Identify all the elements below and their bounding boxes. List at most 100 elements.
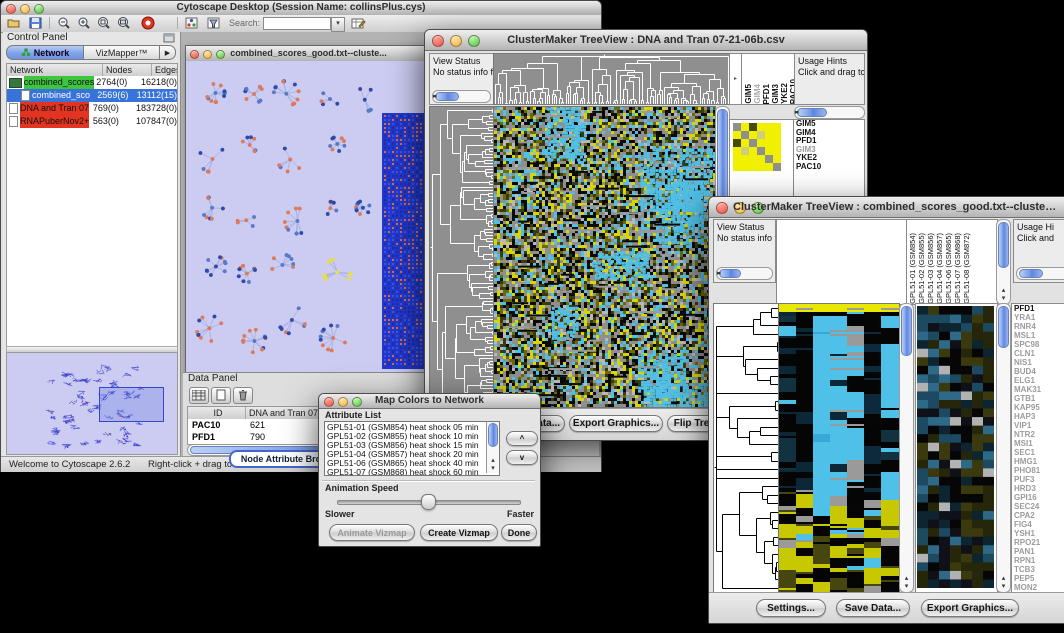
datapanel-doc-icon[interactable] xyxy=(211,387,231,404)
help-lifering-icon[interactable] xyxy=(141,16,156,30)
search-input[interactable] xyxy=(263,17,331,30)
create-vizmap-button[interactable]: Create Vizmap xyxy=(420,524,498,541)
done-button[interactable]: Done xyxy=(501,524,537,541)
table-edit-icon[interactable] xyxy=(351,17,366,30)
tv1-heatmap[interactable] xyxy=(493,106,716,408)
tv2-gene-label[interactable]: YSH1 xyxy=(1012,529,1064,538)
tv2-gene-label[interactable]: MAK31 xyxy=(1012,385,1064,394)
close-button[interactable] xyxy=(432,35,444,47)
tv2-gene-label[interactable]: PFD1 xyxy=(1012,304,1064,313)
tv2-hints-scrollbar[interactable] xyxy=(1016,267,1064,280)
zoom-fit-icon[interactable] xyxy=(117,17,131,30)
move-down-button[interactable]: v xyxy=(506,450,538,465)
attribute-list-scrollbar[interactable]: ▴▾ xyxy=(486,422,499,473)
zoom-out-icon[interactable] xyxy=(57,17,71,30)
tv1-similarity-matrix[interactable] xyxy=(733,123,781,171)
tv2-row-dendrogram[interactable] xyxy=(713,303,779,593)
open-file-icon[interactable] xyxy=(7,17,21,29)
tv2-gene-label[interactable]: SPC98 xyxy=(1012,340,1064,349)
tv2-gene-list[interactable]: PFD1YRA1RNR4MSL1SPC98CLN1NIS1BUD4ELG1MAK… xyxy=(1011,303,1064,593)
close-button[interactable] xyxy=(716,202,728,214)
tv2-gene-label[interactable]: ELG1 xyxy=(1012,376,1064,385)
col-nodes[interactable]: Nodes xyxy=(103,64,152,76)
zoom-in-icon[interactable] xyxy=(77,17,91,30)
treeview2-titlebar[interactable]: ClusterMaker TreeView : combined_scores_… xyxy=(709,197,1064,218)
annotation-icon[interactable] xyxy=(185,17,199,30)
network-view[interactable] xyxy=(186,61,429,372)
tv1-gene-label[interactable]: PAC10 xyxy=(794,163,864,172)
tv2-collabels-scrollbar[interactable]: ▴▾ xyxy=(996,219,1011,305)
tv2-column-dendrogram[interactable] xyxy=(776,219,907,305)
tv2-gene-label[interactable]: HAP3 xyxy=(1012,412,1064,421)
close-button[interactable] xyxy=(324,397,334,407)
tv2-gene-label[interactable]: SEC24 xyxy=(1012,502,1064,511)
tv2-gene-label[interactable]: CLN1 xyxy=(1012,349,1064,358)
tv2-genes-scrollbar[interactable]: ▴▾ xyxy=(996,303,1011,593)
tv2-gene-label[interactable]: FIG4 xyxy=(1012,520,1064,529)
tv1-export-graphics-button[interactable]: Export Graphics... xyxy=(569,415,663,432)
tv2-gene-label[interactable]: RPO21 xyxy=(1012,538,1064,547)
birdseye-view[interactable] xyxy=(6,352,178,455)
tv1-row-dendrogram[interactable] xyxy=(429,106,494,408)
tv2-gene-label[interactable]: NIS1 xyxy=(1012,358,1064,367)
tv2-gene-label[interactable]: KAP95 xyxy=(1012,403,1064,412)
datapanel-table-icon[interactable] xyxy=(189,387,209,404)
zoom-selected-icon[interactable] xyxy=(97,17,111,30)
tv2-gene-label[interactable]: BUD4 xyxy=(1012,367,1064,376)
tv2-gene-label[interactable]: PUF3 xyxy=(1012,475,1064,484)
tv2-gene-label[interactable]: CPA2 xyxy=(1012,511,1064,520)
dialog-titlebar[interactable]: Map Colors to Network xyxy=(319,394,540,409)
tv2-gene-label[interactable]: VIP1 xyxy=(1012,421,1064,430)
tv1-hints-scrollbar[interactable]: ◂▸ xyxy=(794,106,865,119)
tv1-status-scrollbar[interactable]: ◂▸ xyxy=(432,90,491,103)
frame-close-button[interactable] xyxy=(190,50,199,59)
treeview1-titlebar[interactable]: ClusterMaker TreeView : DNA and Tran 07-… xyxy=(425,30,867,51)
network-list-row[interactable]: combined_scores2764(0)16218(0) xyxy=(7,76,177,89)
col-edges[interactable]: Edges xyxy=(152,64,177,76)
tab-vizmapper[interactable]: VizMapper™ xyxy=(84,45,160,60)
search-dropdown-button[interactable]: ▾ xyxy=(331,17,345,32)
tv2-gene-label[interactable]: MON2 xyxy=(1012,583,1064,592)
save-icon[interactable] xyxy=(29,17,42,29)
tv2-gene-label[interactable]: YRA1 xyxy=(1012,313,1064,322)
network-frame-titlebar[interactable]: combined_scores_good.txt--cluste... xyxy=(186,46,431,62)
tv2-gene-label[interactable]: PAN1 xyxy=(1012,547,1064,556)
tv2-gene-label[interactable]: MSL1 xyxy=(1012,331,1064,340)
tv2-heatmap[interactable] xyxy=(778,303,900,593)
move-up-button[interactable]: ^ xyxy=(506,431,538,446)
tv2-gene-label[interactable]: NTR2 xyxy=(1012,430,1064,439)
tv2-gene-label[interactable]: HMG1 xyxy=(1012,457,1064,466)
tv1-column-dendrogram[interactable] xyxy=(493,53,730,105)
main-titlebar[interactable]: Cytoscape Desktop (Session Name: collins… xyxy=(1,1,601,16)
tv2-zoom-heatmap[interactable] xyxy=(917,306,994,588)
tv2-status-scrollbar[interactable]: ◂▸ xyxy=(716,267,773,280)
dp-col-id[interactable]: ID xyxy=(188,407,246,419)
tv2-gene-label[interactable]: GTB1 xyxy=(1012,394,1064,403)
tv2-export-graphics-button[interactable]: Export Graphics... xyxy=(921,599,1019,617)
tab-network[interactable]: Network xyxy=(6,45,84,60)
datapanel-trash-icon[interactable] xyxy=(233,387,253,404)
animate-vizmap-button[interactable]: Animate Vizmap xyxy=(329,524,415,541)
attribute-listbox[interactable]: GPL51-01 (GSM854) heat shock 05 minGPL51… xyxy=(324,421,500,476)
attribute-item[interactable]: GPL51-07 (GSM868) heat shock 60 min xyxy=(325,468,487,476)
network-list-row[interactable]: combined_sco2569(6)13112(15) xyxy=(7,89,177,102)
tv2-heatmap-vscrollbar[interactable]: ▴▾ xyxy=(899,303,914,593)
network-list-row[interactable]: DNA and Tran 07769(0)183728(0) xyxy=(7,102,177,115)
tv2-gene-label[interactable]: RPN1 xyxy=(1012,556,1064,565)
tv2-gene-label[interactable]: GPI16 xyxy=(1012,493,1064,502)
close-button[interactable] xyxy=(6,4,16,14)
col-network[interactable]: Network xyxy=(7,64,103,76)
tv2-gene-label[interactable]: MSI1 xyxy=(1012,439,1064,448)
float-panel-icon[interactable] xyxy=(163,33,175,43)
tv2-save-data-button[interactable]: Save Data... xyxy=(836,599,910,617)
network-list-row[interactable]: RNAPuberNov2+563(0)107847(0) xyxy=(7,115,177,128)
tv2-gene-label[interactable]: PHO81 xyxy=(1012,466,1064,475)
tv2-gene-label[interactable]: TCB3 xyxy=(1012,565,1064,574)
tv2-gene-label[interactable]: HRD3 xyxy=(1012,484,1064,493)
slider-thumb[interactable] xyxy=(421,494,436,510)
tv2-gene-label[interactable]: SEC1 xyxy=(1012,448,1064,457)
filter-icon[interactable] xyxy=(207,17,221,30)
tv2-gene-label[interactable]: PEP5 xyxy=(1012,574,1064,583)
tv2-gene-label[interactable]: RNR4 xyxy=(1012,322,1064,331)
tab-more-button[interactable]: ▶ xyxy=(160,45,176,60)
